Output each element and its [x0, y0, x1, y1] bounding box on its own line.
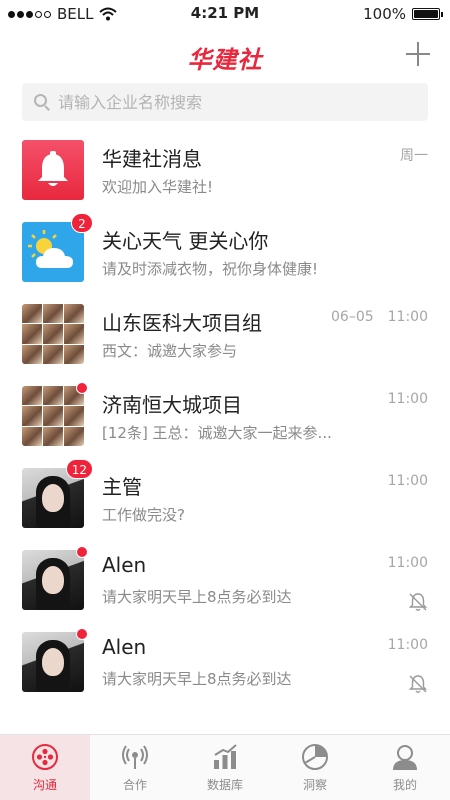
avatar: [22, 140, 84, 200]
group-avatar: [22, 304, 84, 364]
tab-label: 数据库: [206, 778, 243, 792]
tab-label: 我的: [392, 778, 417, 792]
chat-list-item[interactable]: 华建社消息欢迎加入华建社! 周一: [0, 128, 450, 210]
tab-broadcast[interactable]: 合作: [90, 735, 180, 800]
avatar: [22, 628, 88, 692]
chat-preview: 西文：诚邀大家参与: [102, 342, 238, 360]
chat-date: 06–05: [331, 309, 374, 325]
profile-icon: [391, 743, 419, 771]
chat-time: 06–05 11:00: [331, 309, 428, 325]
header: 华建社: [0, 36, 450, 76]
unread-count-badge: 2: [71, 213, 93, 233]
avatar: 12: [22, 459, 93, 528]
chat-time: 11:00: [388, 473, 428, 489]
tab-chat-film[interactable]: 沟通: [0, 735, 90, 800]
chat-film-icon: [31, 743, 59, 771]
chat-preview: 请大家明天早上8点务必到达: [102, 588, 292, 606]
chat-list-item[interactable]: Alen 请大家明天早上8点务必到达 11:00: [0, 538, 450, 620]
battery-percent: 100%: [363, 5, 406, 23]
unread-dot: [76, 382, 88, 394]
unread-dot: [76, 546, 88, 558]
chat-list-item[interactable]: Alen 请大家明天早上8点务必到达 11:00: [0, 620, 450, 702]
status-right: 100%: [363, 5, 443, 23]
chat-preview: [12条] 王总：诚邀大家一起来参...: [102, 424, 332, 442]
avatar: 2: [22, 213, 93, 282]
chat-list-item[interactable]: 济南恒大城项目 [12条] 王总：诚邀大家一起来参... 11:00: [0, 374, 450, 456]
chat-list-item[interactable]: 12 主管工作做完没? 11:00: [0, 456, 450, 538]
battery-icon: [412, 8, 443, 20]
tab-bar-chart[interactable]: 数据库: [180, 735, 270, 800]
chat-name: 华建社消息: [102, 147, 202, 171]
chat-time: 周一: [400, 145, 428, 165]
chat-time-value: 11:00: [387, 391, 428, 407]
status-bar: BELL 4:21 PM 100%: [0, 0, 450, 28]
broadcast-icon: [121, 743, 149, 771]
chat-time-value: 11:00: [387, 555, 428, 571]
avatar: [22, 304, 84, 364]
chat-preview: 工作做完没?: [102, 506, 185, 524]
chat-list: 华建社消息欢迎加入华建社! 周一 2 关心天气 更关心你请及时添减衣物，祝你身体健康!…: [0, 128, 450, 702]
chat-time: 11:00: [388, 391, 428, 407]
search-input[interactable]: [58, 92, 398, 112]
tab-label: 合作: [122, 778, 147, 792]
chat-time-value: 11:00: [387, 473, 428, 489]
unread-dot: [76, 628, 88, 640]
chat-preview: 欢迎加入华建社!: [102, 178, 214, 196]
tab-label: 沟通: [32, 778, 57, 792]
chat-name: Alen: [102, 635, 147, 659]
mute-bell-icon: [408, 592, 428, 612]
chat-list-item[interactable]: 山东医科大项目组西文：诚邀大家参与 06–05 11:00: [0, 292, 450, 374]
search-bar[interactable]: [22, 83, 428, 121]
avatar: [22, 382, 88, 446]
avatar: [22, 546, 88, 610]
plus-icon[interactable]: [406, 42, 430, 66]
chat-time-value: 周一: [400, 148, 428, 164]
chat-time: 11:00: [388, 637, 428, 653]
app-title: 华建社: [187, 46, 263, 74]
person-avatar: [22, 632, 84, 692]
group-avatar: [22, 386, 84, 446]
chat-preview: 请大家明天早上8点务必到达: [102, 670, 292, 688]
chat-name: Alen: [102, 553, 147, 577]
chat-list-item[interactable]: 2 关心天气 更关心你请及时添减衣物，祝你身体健康!: [0, 210, 450, 292]
chat-preview: 请及时添减衣物，祝你身体健康!: [102, 260, 319, 278]
chat-name: 主管: [102, 475, 142, 499]
chat-time: 11:00: [388, 555, 428, 571]
bar-chart-icon: [211, 743, 239, 771]
chat-time-value: 11:00: [387, 309, 428, 325]
chat-name: 济南恒大城项目: [102, 393, 242, 417]
pie-chart-icon: [301, 743, 329, 771]
mute-bell-icon: [408, 674, 428, 694]
tab-profile[interactable]: 我的: [360, 735, 450, 800]
tab-pie-chart[interactable]: 洞察: [270, 735, 360, 800]
chat-time-value: 11:00: [387, 637, 428, 653]
unread-count-badge: 12: [65, 459, 93, 479]
person-avatar: [22, 550, 84, 610]
tab-bar: 沟通 合作 数据库 洞察 我的: [0, 734, 450, 800]
chat-name: 山东医科大项目组: [102, 311, 262, 335]
bell-icon: [22, 140, 84, 200]
search-icon: [34, 94, 50, 111]
chat-name: 关心天气 更关心你: [102, 229, 269, 253]
tab-label: 洞察: [302, 778, 327, 792]
